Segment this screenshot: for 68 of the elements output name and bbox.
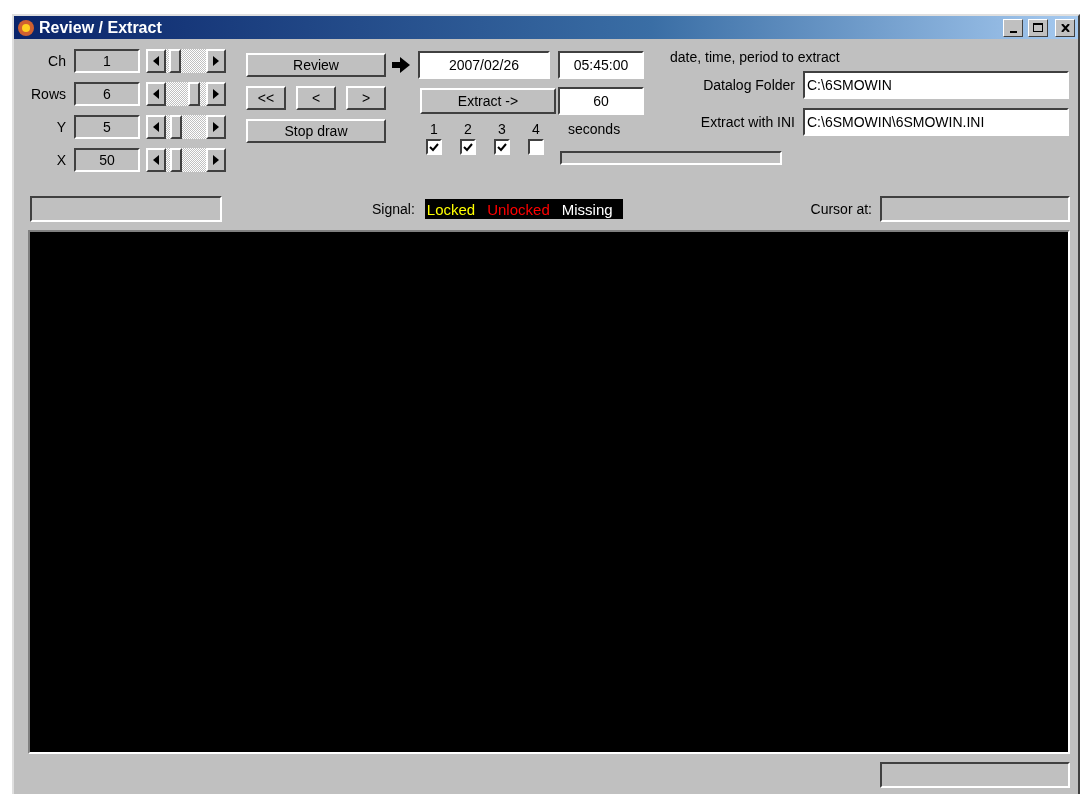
- right-arrow-icon: [213, 56, 219, 66]
- right-arrow-icon: [213, 122, 219, 132]
- check-icon: [429, 142, 439, 152]
- hint-text: date, time, period to extract: [670, 49, 841, 65]
- value-field: 1: [74, 49, 140, 73]
- slider-label: Y: [55, 119, 67, 135]
- minimize-button[interactable]: [1003, 18, 1023, 37]
- channel-checkbox[interactable]: [494, 139, 510, 155]
- channel-checkbox[interactable]: [528, 139, 544, 155]
- review-button[interactable]: Review: [246, 53, 386, 77]
- channel-checkbox[interactable]: [460, 139, 476, 155]
- seconds-label: seconds: [568, 121, 621, 137]
- scroll-thumb[interactable]: [168, 49, 181, 73]
- slider-label: X: [55, 152, 67, 168]
- ini-file-field[interactable]: C:\6SMOWIN\6SMOWIN.INI: [803, 108, 1069, 136]
- legend-item: Unlocked: [487, 201, 550, 218]
- close-button[interactable]: [1055, 18, 1075, 37]
- field-label: Datalog Folder: [702, 77, 796, 93]
- scroll-right-button[interactable]: [206, 115, 226, 139]
- left-arrow-icon: [153, 56, 159, 66]
- left-arrow-icon: [153, 122, 159, 132]
- scroll-right-button[interactable]: [206, 49, 226, 73]
- slider-label: Ch: [47, 53, 67, 69]
- scroll-left-button[interactable]: [146, 148, 166, 172]
- value-field: 5: [74, 115, 140, 139]
- check-icon: [463, 142, 473, 152]
- scroll-thumb[interactable]: [170, 148, 183, 172]
- channel-label: 3: [498, 121, 506, 137]
- window-title: Review / Extract: [39, 18, 163, 37]
- value-field: 50: [74, 148, 140, 172]
- close-icon: [1060, 23, 1070, 32]
- value-field: 6: [74, 82, 140, 106]
- legend-item: Locked: [426, 201, 476, 218]
- scroll-right-button[interactable]: [206, 82, 226, 106]
- right-arrow-icon: [392, 57, 410, 73]
- legend-item: Missing: [561, 201, 613, 218]
- scroll-thumb[interactable]: [188, 82, 201, 106]
- extract-button[interactable]: Extract ->: [420, 88, 556, 114]
- minimize-icon: [1009, 30, 1017, 33]
- maximize-button[interactable]: [1028, 18, 1048, 37]
- field-label: Extract with INI: [699, 114, 796, 130]
- seconds-field[interactable]: 60: [558, 87, 644, 115]
- check-icon: [497, 142, 507, 152]
- scroll-right-button[interactable]: [206, 148, 226, 172]
- time-field[interactable]: 05:45:00: [558, 51, 644, 79]
- channel-label: 1: [430, 121, 438, 137]
- nav-button[interactable]: <<: [246, 86, 286, 110]
- right-arrow-icon: [213, 89, 219, 99]
- stop-draw-button[interactable]: Stop draw: [246, 119, 386, 143]
- signal-label: Signal:: [372, 201, 415, 217]
- channel-label: 2: [464, 121, 472, 137]
- datalog-folder-field[interactable]: C:\6SMOWIN: [803, 71, 1069, 99]
- channel-checkbox[interactable]: [426, 139, 442, 155]
- app-icon: [17, 18, 35, 37]
- channel-label: 4: [532, 121, 540, 137]
- nav-button[interactable]: >: [346, 86, 386, 110]
- right-arrow-icon: [213, 155, 219, 165]
- nav-button[interactable]: <: [296, 86, 336, 110]
- scroll-thumb[interactable]: [170, 115, 183, 139]
- scroll-left-button[interactable]: [146, 115, 166, 139]
- cursor-label: Cursor at:: [810, 201, 872, 217]
- left-arrow-icon: [153, 155, 159, 165]
- maximize-icon: [1033, 23, 1043, 32]
- date-field[interactable]: 2007/02/26: [418, 51, 550, 79]
- scroll-left-button[interactable]: [146, 82, 166, 106]
- left-arrow-icon: [153, 89, 159, 99]
- scroll-left-button[interactable]: [146, 49, 166, 73]
- slider-label: Rows: [30, 86, 67, 102]
